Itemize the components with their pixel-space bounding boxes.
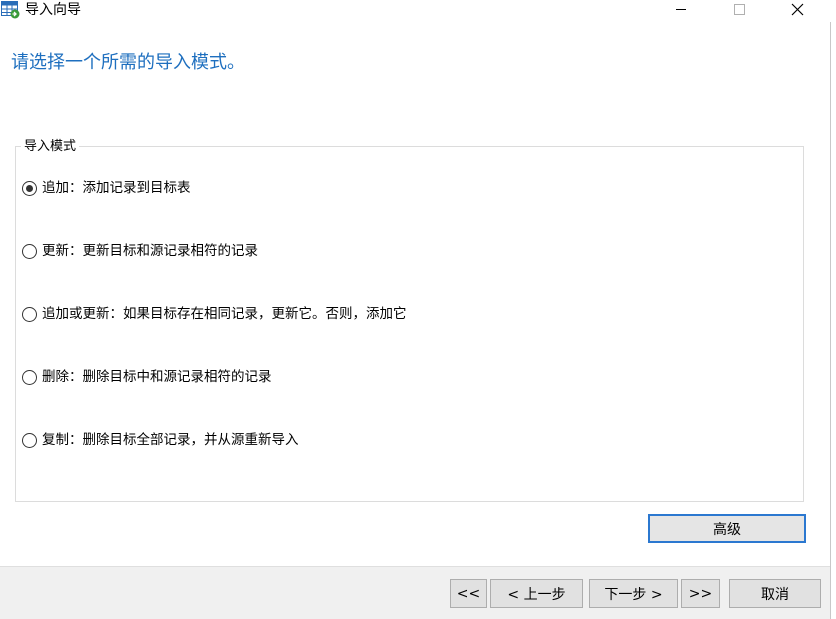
previous-step-button[interactable]: < 上一步 <box>490 579 583 608</box>
window-border <box>830 22 836 619</box>
minimize-button[interactable] <box>658 0 704 22</box>
radio-button[interactable] <box>22 432 37 448</box>
cancel-button[interactable]: 取消 <box>729 579 821 608</box>
radio-label: 更新：更新目标和源记录相符的记录 <box>42 243 258 259</box>
radio-option-update[interactable]: 更新：更新目标和源记录相符的记录 <box>22 241 258 261</box>
maximize-button[interactable] <box>716 0 762 22</box>
radio-option-copy[interactable]: 复制：删除目标全部记录，并从源重新导入 <box>22 430 299 450</box>
radio-button-checked[interactable] <box>22 180 37 196</box>
radio-label: 删除：删除目标中和源记录相符的记录 <box>42 369 272 385</box>
close-icon <box>774 3 820 26</box>
radio-label: 追加或更新：如果目标存在相同记录，更新它。否则，添加它 <box>42 306 407 322</box>
page-heading: 请选择一个所需的导入模式。 <box>11 52 245 73</box>
radio-button[interactable] <box>22 369 37 385</box>
title-bar[interactable]: 导入向导 <box>0 0 836 22</box>
radio-option-delete[interactable]: 删除：删除目标中和源记录相符的记录 <box>22 367 272 387</box>
radio-label: 复制：删除目标全部记录，并从源重新导入 <box>42 432 299 448</box>
radio-button[interactable] <box>22 243 37 259</box>
radio-label: 追加：添加记录到目标表 <box>42 180 191 196</box>
advanced-button[interactable]: 高级 <box>648 514 806 543</box>
minimize-icon <box>658 7 704 26</box>
window-title: 导入向导 <box>25 2 81 18</box>
radio-option-append[interactable]: 追加：添加记录到目标表 <box>22 178 191 198</box>
radio-option-append-or-update[interactable]: 追加或更新：如果目标存在相同记录，更新它。否则，添加它 <box>22 304 407 324</box>
first-step-button[interactable]: << <box>450 579 487 608</box>
import-wizard-window: 导入向导 请选择一个所需的导入模式。 导入模式 追加：添加记录到目标表 更新：更… <box>0 0 836 619</box>
last-step-button[interactable]: >> <box>681 579 720 608</box>
radio-button[interactable] <box>22 306 37 322</box>
table-import-icon <box>1 1 20 19</box>
next-step-button[interactable]: 下一步 > <box>589 579 678 608</box>
close-button[interactable] <box>774 0 820 22</box>
groupbox-legend: 导入模式 <box>21 138 80 155</box>
maximize-icon <box>716 4 762 26</box>
